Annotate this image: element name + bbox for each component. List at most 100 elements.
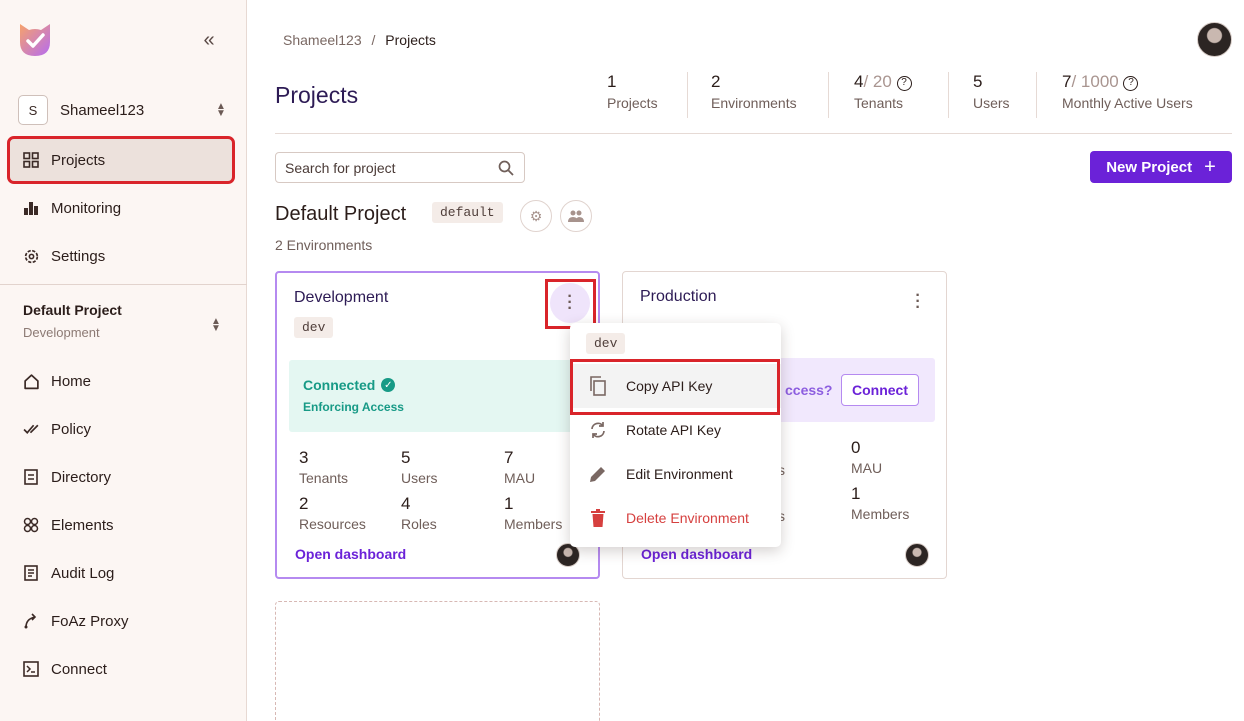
sidebar-item-audit-log[interactable]: Audit Log <box>10 552 232 594</box>
sidebar-item-projects[interactable]: Projects <box>7 136 235 184</box>
metric-members: 1 Members <box>504 494 563 532</box>
stat-label: Tenants <box>854 95 904 111</box>
sidebar-item-label: Policy <box>51 420 92 438</box>
directory-icon <box>22 468 40 486</box>
info-icon[interactable]: ? <box>896 76 912 91</box>
sidebar: « S Shameel123 ▲ ▼ Projects Monitoring Se… <box>0 0 247 721</box>
sidebar-item-label: Elements <box>51 516 114 534</box>
stat-label: Projects <box>607 95 658 111</box>
more-options-button[interactable]: · · · <box>898 282 938 322</box>
connect-question: ccess? <box>785 382 833 398</box>
add-environment-card[interactable] <box>275 601 600 721</box>
connect-button[interactable]: Connect <box>841 374 919 406</box>
kebab-icon: · · · <box>915 287 921 316</box>
stat-limit: / 20 <box>863 72 892 91</box>
sidebar-item-monitoring[interactable]: Monitoring <box>10 187 232 229</box>
check-circle-icon: ✓ <box>381 378 396 392</box>
pencil-icon <box>588 464 608 484</box>
highlight-box <box>545 279 596 329</box>
sidebar-item-settings[interactable]: Settings <box>10 235 232 277</box>
menu-item-label: Edit Environment <box>626 466 733 482</box>
org-name: Shameel123 <box>60 101 145 119</box>
search-placeholder: Search for project <box>285 159 396 176</box>
stat-label: Monthly Active Users <box>1062 95 1193 111</box>
sidebar-item-label: FoAz Proxy <box>51 612 129 630</box>
environment-title: Production <box>640 288 717 305</box>
people-icon <box>568 210 584 222</box>
highlight-box <box>570 359 780 415</box>
connection-status: Connected ✓ Enforcing Access <box>289 360 587 432</box>
metric-tenants: 3 Tenants <box>299 448 349 486</box>
elements-icon <box>22 516 40 534</box>
new-project-button[interactable]: New Project + <box>1090 151 1232 183</box>
open-dashboard-link[interactable]: Open dashboard <box>641 546 752 562</box>
new-project-label: New Project <box>1106 158 1193 176</box>
logo-icon[interactable] <box>16 20 54 58</box>
menu-environment-key: dev <box>586 333 626 354</box>
environment-count: 2 Environments <box>275 237 373 253</box>
member-avatar <box>905 543 929 567</box>
audit-log-icon <box>22 564 40 582</box>
metric-members: 1 Members <box>851 484 910 522</box>
stat-environments: 2 Environments <box>711 72 797 111</box>
sidebar-divider <box>0 284 247 285</box>
environment-title: Development <box>294 289 389 306</box>
metric-users: 5 Users <box>401 448 438 486</box>
project-settings-button[interactable]: ⚙ <box>520 200 552 232</box>
stat-tenants: 4/ 20 ? Tenants <box>854 72 912 111</box>
metric-mau: 7 MAU <box>504 448 536 486</box>
page-title: Projects <box>275 82 359 108</box>
stat-limit: / 1000 <box>1071 72 1119 91</box>
sidebar-item-label: Projects <box>51 151 106 169</box>
gear-icon <box>22 247 40 265</box>
stat-users: 5 Users <box>973 72 1010 111</box>
sidebar-item-policy[interactable]: Policy <box>10 408 232 450</box>
gear-icon: ⚙ <box>529 207 543 224</box>
environment-key-tag: dev <box>294 317 334 338</box>
menu-item-label: Delete Environment <box>626 510 749 526</box>
status-sub: Enforcing Access <box>303 400 404 414</box>
stat-mau: 7/ 1000 ? Monthly Active Users <box>1062 72 1193 111</box>
breadcrumb-current: Projects <box>385 32 436 48</box>
project-selector[interactable]: Default Project Development ▲ ▼ <box>23 302 223 340</box>
metric-resources: 2 Resources <box>299 494 366 532</box>
grid-icon <box>22 151 40 169</box>
collapse-sidebar-icon[interactable]: « <box>198 30 220 52</box>
project-members-button[interactable] <box>560 200 592 232</box>
user-avatar[interactable] <box>1197 22 1232 57</box>
sidebar-item-connect[interactable]: Connect <box>10 648 232 690</box>
bar-chart-icon <box>22 199 40 217</box>
breadcrumb-org[interactable]: Shameel123 <box>283 32 362 48</box>
stat-value: 1 <box>607 72 617 91</box>
stat-divider <box>948 72 949 118</box>
check-double-icon <box>22 420 40 438</box>
sidebar-item-directory[interactable]: Directory <box>10 456 232 498</box>
sidebar-item-label: Connect <box>51 660 107 678</box>
project-name: Default Project <box>275 203 407 225</box>
stat-label: Users <box>973 95 1010 111</box>
sidebar-item-label: Home <box>51 372 92 390</box>
breadcrumb-separator: / <box>371 32 376 48</box>
menu-item-edit-environment[interactable]: Edit Environment <box>570 452 781 496</box>
metric-mau: 0 MAU <box>851 438 883 476</box>
info-icon[interactable]: ? <box>1123 76 1139 91</box>
rotate-icon <box>588 420 608 440</box>
project-selector-env: Development <box>23 325 100 340</box>
sidebar-item-label: Monitoring <box>51 199 122 217</box>
stat-divider <box>1036 72 1037 118</box>
sidebar-item-label: Settings <box>51 247 106 265</box>
project-selector-title: Default Project <box>23 302 122 318</box>
sidebar-item-foaz-proxy[interactable]: FoAz Proxy <box>10 600 232 642</box>
sidebar-item-home[interactable]: Home <box>10 360 232 402</box>
sidebar-item-elements[interactable]: Elements <box>10 504 232 546</box>
metric-roles: 4 Roles <box>401 494 437 532</box>
org-selector[interactable]: S Shameel123 ▲ ▼ <box>18 95 228 125</box>
open-dashboard-link[interactable]: Open dashboard <box>295 546 406 562</box>
search-icon <box>498 160 514 176</box>
stat-projects: 1 Projects <box>607 72 658 111</box>
sidebar-item-label: Audit Log <box>51 564 115 582</box>
search-input[interactable]: Search for project <box>275 152 525 183</box>
proxy-icon <box>22 612 40 630</box>
stat-value: 2 <box>711 72 721 91</box>
menu-item-delete-environment[interactable]: Delete Environment <box>570 496 781 540</box>
